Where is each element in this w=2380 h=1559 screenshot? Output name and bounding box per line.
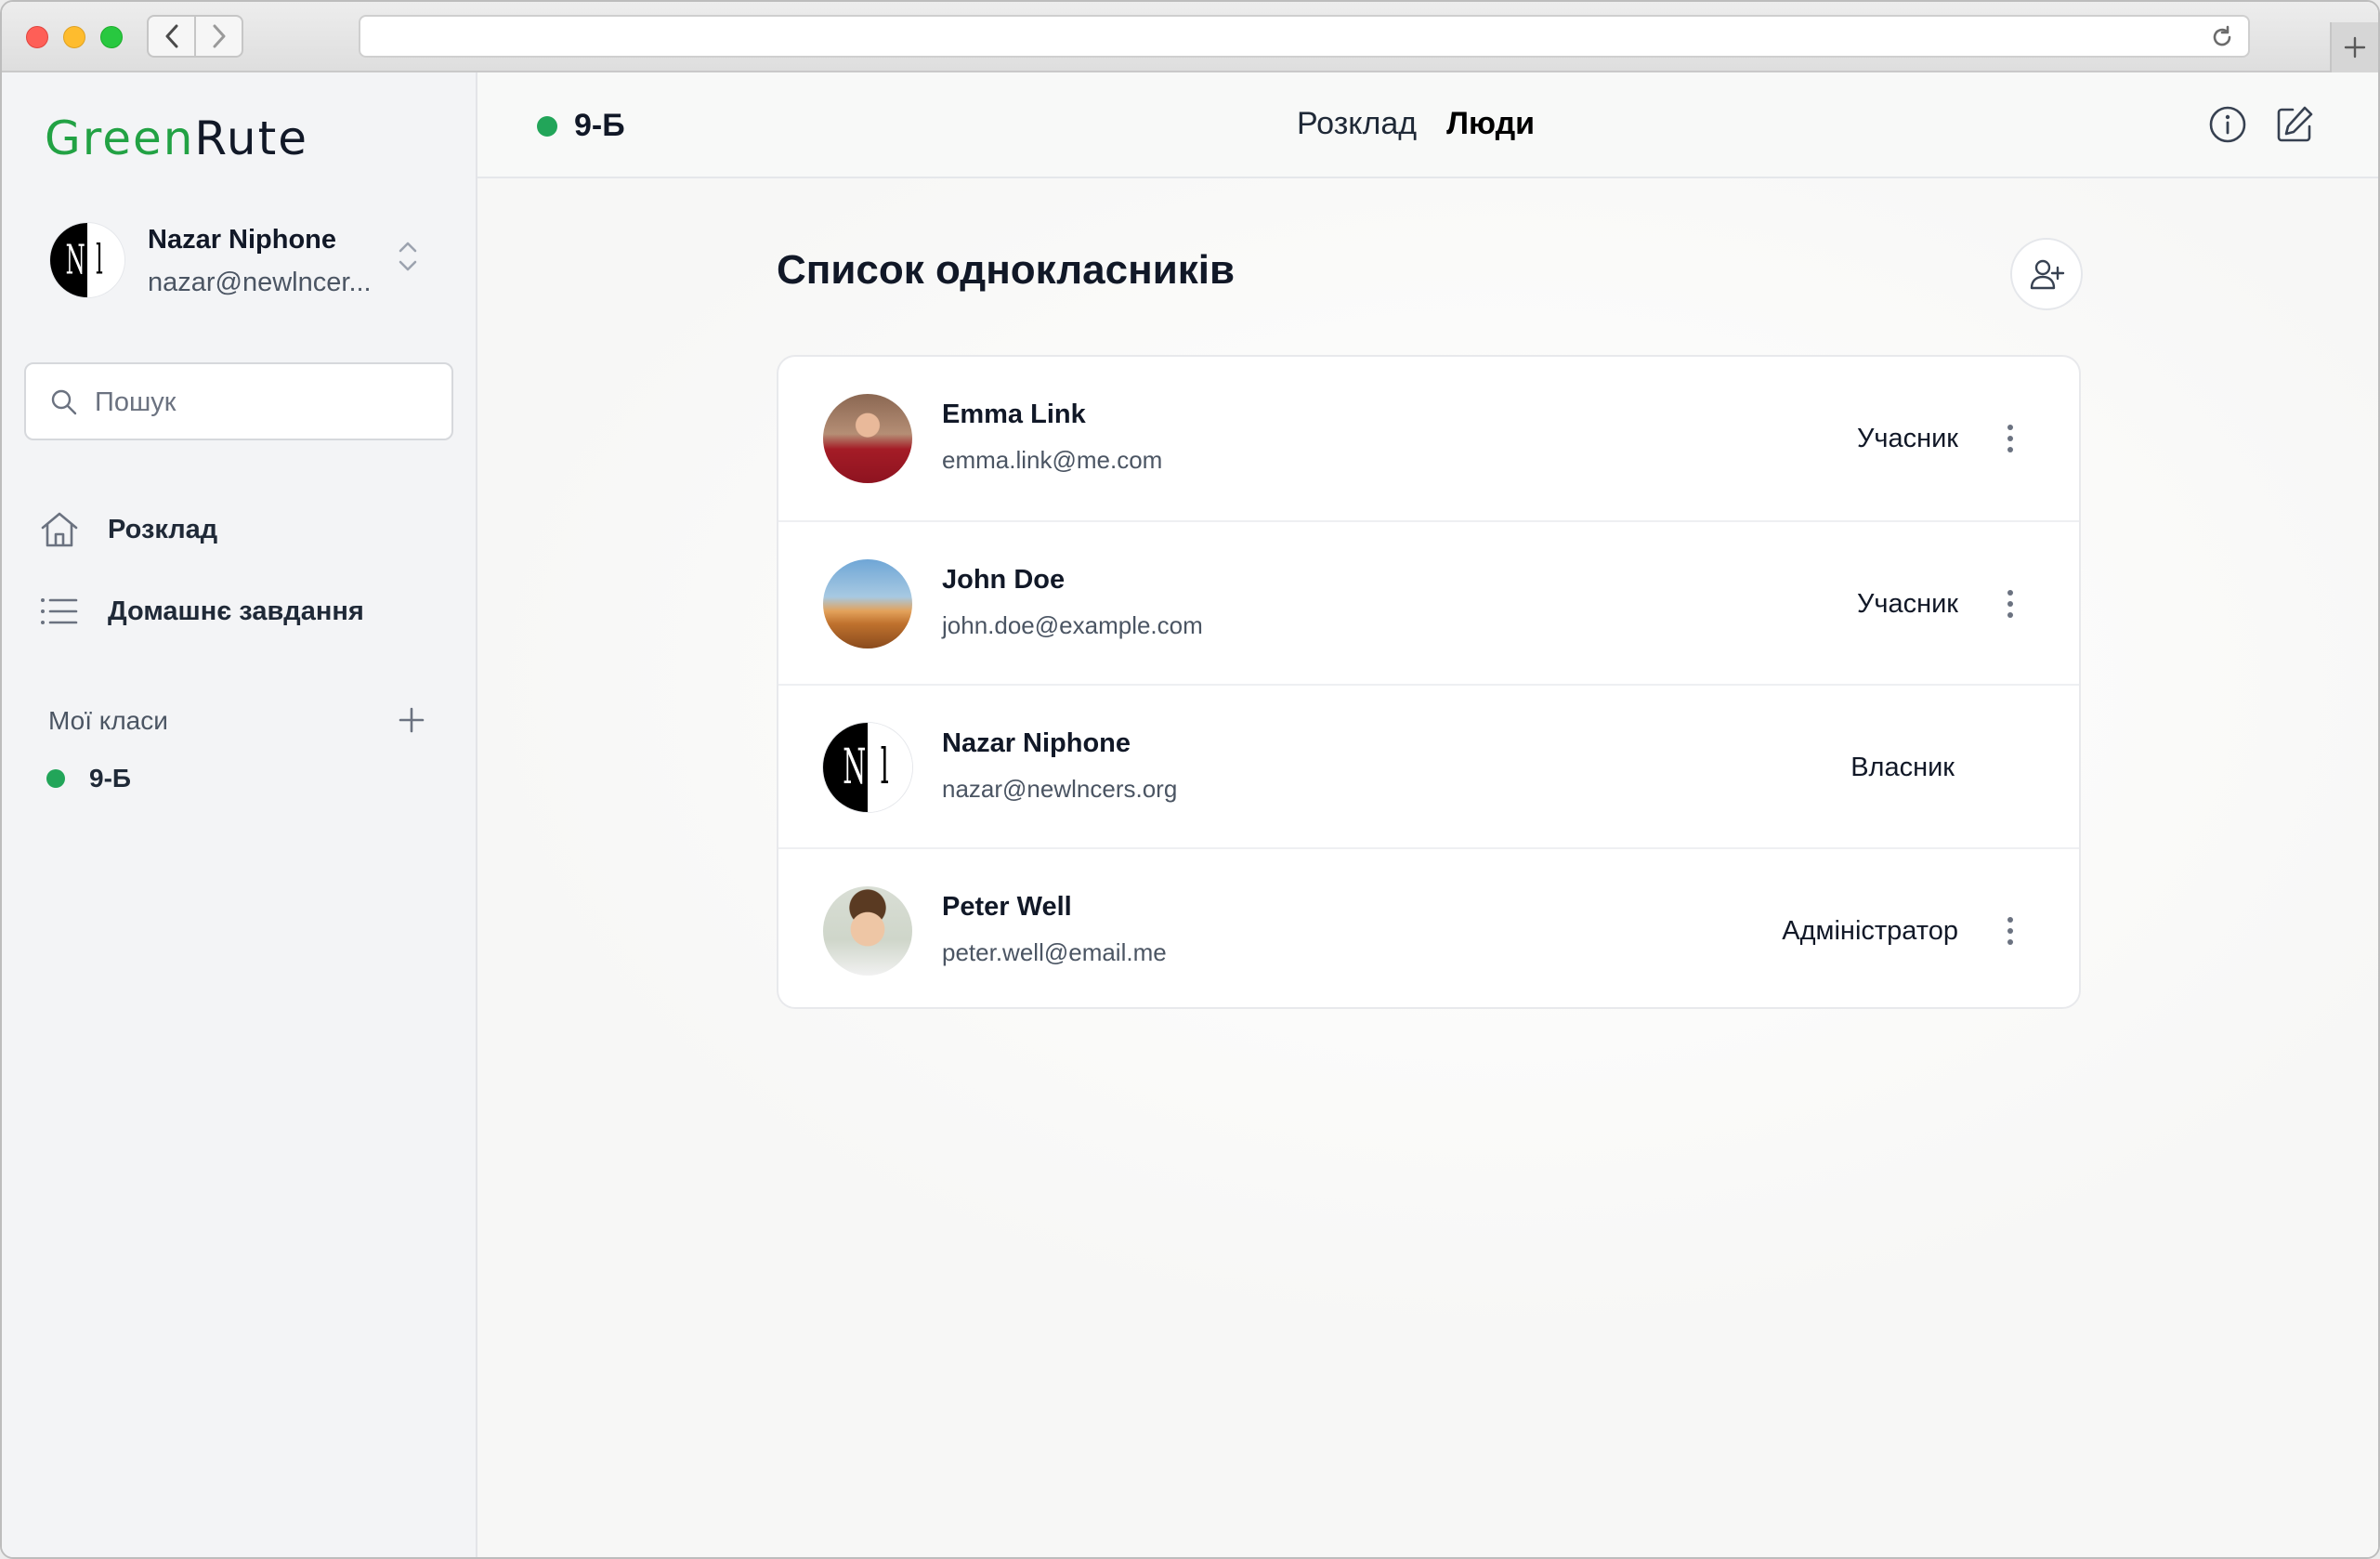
avatar [823, 559, 912, 648]
new-tab-button[interactable] [2330, 22, 2378, 72]
person-email: peter.well@email.me [942, 938, 1167, 966]
person-name: Peter Well [942, 892, 1072, 922]
class-label: 9-Б [89, 764, 132, 793]
person-name: Nazar Niphone [942, 728, 1131, 758]
info-icon[interactable] [2207, 104, 2248, 145]
address-bar[interactable] [359, 15, 2250, 58]
avatar-initial: N [843, 740, 867, 795]
class-status-dot [537, 115, 557, 137]
minimize-window-button[interactable] [63, 26, 85, 48]
view-tabs: Розклад Люди [1297, 106, 1564, 142]
more-vertical-icon[interactable] [2005, 914, 2016, 948]
list-icon [39, 595, 84, 628]
logo-dark-text: Rute [194, 111, 308, 165]
person-role: Власник [1850, 753, 1955, 782]
person-name: Emma Link [942, 400, 1086, 429]
user-switcher[interactable]: N l Nazar Niphone nazar@newlncer... [50, 221, 440, 299]
list-item[interactable]: Emma Link emma.link@me.com Учасник [778, 357, 2079, 520]
avatar-initial: l [880, 740, 889, 795]
search-field[interactable] [24, 362, 453, 440]
person-email: emma.link@me.com [942, 446, 1163, 474]
person-role: Учасник [1856, 589, 1958, 619]
reload-icon[interactable] [2209, 24, 2235, 50]
search-input[interactable] [93, 379, 431, 426]
person-email: john.doe@example.com [942, 611, 1203, 639]
sidebar-item-homework[interactable]: Домашнє завдання [39, 585, 448, 637]
avatar-initial: l [96, 236, 103, 284]
back-button[interactable] [149, 17, 194, 56]
logo-green-text: Green [45, 111, 195, 165]
home-icon [39, 509, 84, 550]
tab-people[interactable]: Люди [1446, 106, 1535, 142]
current-class-name: 9-Б [574, 108, 625, 143]
plus-icon [2344, 36, 2366, 59]
avatar: N l [823, 723, 912, 812]
main-content: 9-Б Розклад Люди Список однокласників Em… [477, 72, 2378, 1557]
maximize-window-button[interactable] [100, 26, 123, 48]
avatar [823, 394, 912, 483]
avatar [823, 886, 912, 976]
chevron-left-icon [165, 24, 177, 48]
person-role: Учасник [1856, 424, 1958, 453]
add-user-icon [2030, 259, 2065, 290]
browser-titlebar [2, 2, 2378, 72]
page-title: Список однокласників [777, 247, 1236, 293]
sidebar-item-label: Домашнє завдання [108, 596, 364, 626]
chevron-up-down-icon[interactable] [398, 240, 418, 273]
my-classes-heading: Мої класи [48, 706, 168, 735]
tab-schedule[interactable]: Розклад [1297, 106, 1417, 142]
edit-icon[interactable] [2274, 104, 2315, 145]
list-item[interactable]: N l Nazar Niphone nazar@newlncers.org Вл… [778, 684, 2079, 849]
class-status-dot [46, 769, 65, 788]
sidebar-item-label: Розклад [108, 514, 218, 544]
more-vertical-icon[interactable] [2005, 422, 2016, 455]
person-role: Адміністратор [1782, 916, 1958, 946]
search-icon [51, 389, 77, 415]
person-email: nazar@newlncers.org [942, 775, 1178, 803]
current-class: 9-Б [537, 108, 625, 144]
add-class-plus-icon[interactable] [398, 706, 425, 734]
sidebar-item-schedule[interactable]: Розклад [39, 504, 448, 556]
sidebar: GreenRute N l Nazar Niphone nazar@newlnc… [2, 72, 477, 1557]
person-name: John Doe [942, 565, 1066, 595]
history-nav [147, 15, 243, 58]
user-name: Nazar Niphone [148, 225, 337, 255]
avatar-initial: N [65, 236, 85, 284]
more-vertical-icon[interactable] [2005, 587, 2016, 621]
forward-button[interactable] [194, 17, 242, 56]
avatar: N l [50, 223, 124, 297]
classmates-list: Emma Link emma.link@me.com Учасник John … [777, 355, 2081, 1009]
list-item[interactable]: John Doe john.doe@example.com Учасник [778, 520, 2079, 686]
list-item[interactable]: Peter Well peter.well@email.me Адміністр… [778, 847, 2079, 1007]
class-item-9b[interactable]: 9-Б [46, 764, 131, 793]
chevron-right-icon [213, 24, 225, 48]
user-email: nazar@newlncer... [148, 268, 372, 297]
browser-window: GreenRute N l Nazar Niphone nazar@newlnc… [0, 0, 2380, 1559]
close-window-button[interactable] [26, 26, 48, 48]
top-bar: 9-Б Розклад Люди [477, 72, 2378, 178]
add-classmate-button[interactable] [2010, 238, 2083, 310]
app-logo[interactable]: GreenRute [45, 111, 308, 165]
